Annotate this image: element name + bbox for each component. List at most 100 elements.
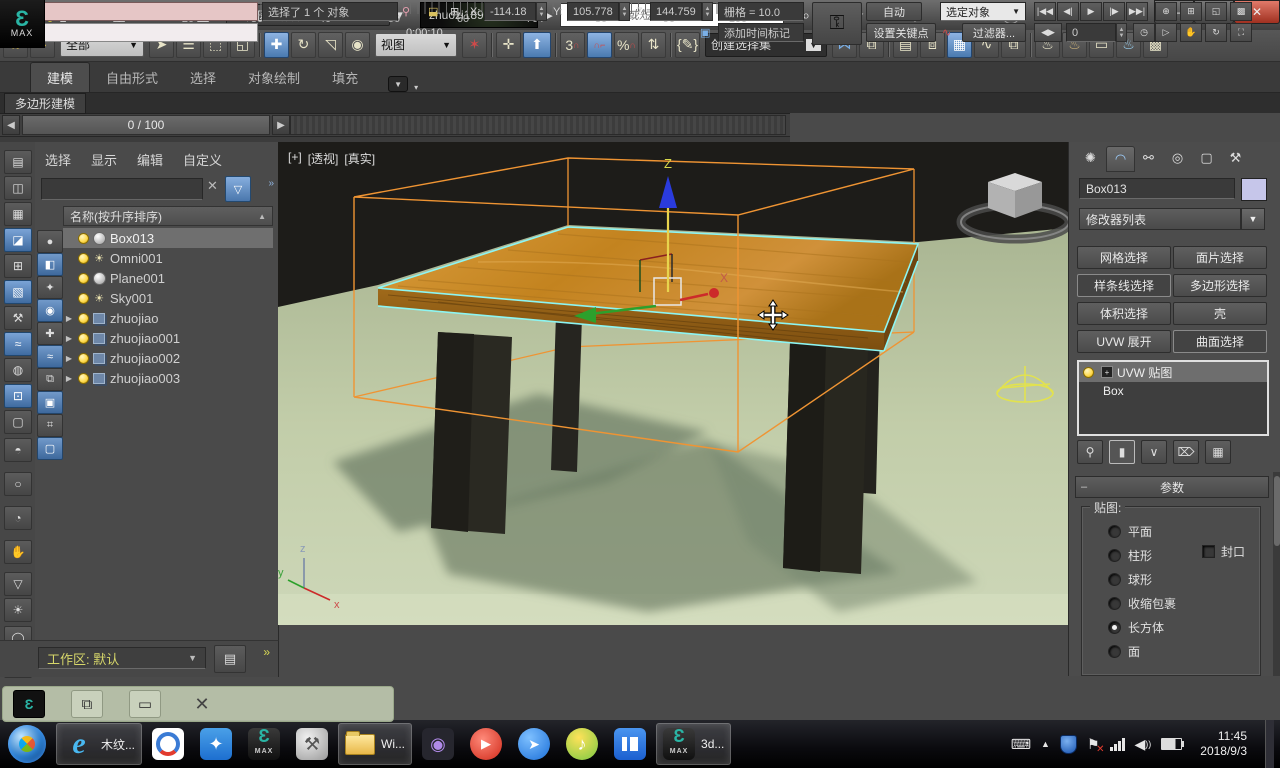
- list-item-zhuojiao[interactable]: ▶ zhuojiao: [63, 308, 273, 328]
- next-frame-button[interactable]: |▶: [1103, 2, 1125, 21]
- expand-arrow-icon[interactable]: ▶: [63, 354, 75, 363]
- network-signal-icon[interactable]: [1110, 737, 1125, 751]
- sun-icon[interactable]: ☀: [4, 598, 32, 622]
- battery-icon[interactable]: [1161, 738, 1182, 750]
- select-and-rotate-icon[interactable]: ↻: [291, 32, 316, 58]
- overflow-chevron-icon[interactable]: »: [263, 645, 270, 659]
- stack-item-uvw-map[interactable]: + UVW 贴图: [1079, 362, 1267, 382]
- filter-geometry-icon[interactable]: ●: [37, 230, 63, 253]
- explorer-menu-select[interactable]: 选择: [45, 150, 71, 169]
- tab-display-icon[interactable]: ▢: [1193, 146, 1220, 170]
- remove-modifier-icon[interactable]: ⌦: [1173, 440, 1199, 464]
- filter-spacewarps-icon[interactable]: ≈: [37, 345, 63, 368]
- show-hidden-icons-arrow[interactable]: ▲: [1041, 739, 1050, 749]
- frame-spinner[interactable]: ▲▼: [1116, 23, 1127, 42]
- key-filter-dropdown[interactable]: 选定对象▼: [940, 2, 1026, 21]
- zoom-extents-all-icon[interactable]: ▩: [1230, 2, 1252, 21]
- tab-hierarchy-icon[interactable]: ⚯: [1135, 146, 1162, 170]
- go-to-start-button[interactable]: |◀◀: [1034, 2, 1056, 21]
- list-item-plane001[interactable]: ▶ Plane001: [63, 268, 273, 288]
- next-frame-arrow[interactable]: ▶: [272, 115, 290, 135]
- select-and-move-icon[interactable]: ✚: [264, 32, 289, 58]
- dock-icon-3[interactable]: ▦: [4, 202, 32, 226]
- tab-populate[interactable]: 填充: [316, 63, 374, 92]
- explorer-menu-edit[interactable]: 编辑: [137, 150, 163, 169]
- filter-xrefs-icon[interactable]: ▣: [37, 391, 63, 414]
- taskbar-browser[interactable]: ➤: [512, 724, 556, 764]
- show-end-result-icon[interactable]: ▮: [1109, 440, 1135, 464]
- snap-toggle-3d-icon[interactable]: 3∩: [560, 32, 585, 58]
- list-item-box013[interactable]: ▶ Box013: [63, 228, 273, 248]
- viewport-menu-pov[interactable]: [透视]: [308, 150, 339, 167]
- preview-cascade-icon[interactable]: ⧉: [71, 690, 103, 718]
- select-and-scale-icon[interactable]: ◹: [318, 32, 343, 58]
- pin-stack-icon[interactable]: ⚲: [1077, 440, 1103, 464]
- radio-face[interactable]: 面: [1108, 643, 1140, 660]
- dock-icon-1[interactable]: ▤: [4, 150, 32, 174]
- dock-icon-14[interactable]: ◔: [4, 506, 32, 530]
- tab-selection[interactable]: 选择: [174, 63, 232, 92]
- y-spinner[interactable]: ▲▼: [619, 2, 630, 21]
- cap-checkbox[interactable]: 封口: [1202, 543, 1245, 560]
- start-button[interactable]: [8, 725, 46, 763]
- visibility-bulb-icon[interactable]: [78, 333, 89, 344]
- taskbar-internet-explorer[interactable]: e 木纹...: [56, 723, 142, 765]
- taskbar-explorer[interactable]: Wi...: [338, 723, 412, 765]
- filter-containers-icon[interactable]: ▢: [37, 437, 63, 460]
- radio-planar[interactable]: 平面: [1108, 523, 1152, 540]
- curve-icon[interactable]: ∿: [942, 23, 951, 42]
- time-slider-track[interactable]: [290, 115, 786, 135]
- expand-arrow-icon[interactable]: ▶: [63, 314, 75, 323]
- ribbon-minimize-icon[interactable]: ▼: [388, 76, 408, 92]
- key-mode-toggle[interactable]: ◀▶: [1034, 23, 1062, 42]
- taskbar-thunder[interactable]: ✦: [194, 724, 238, 764]
- taskbar-3dsmax-active[interactable]: ƐMAX 3d...: [656, 723, 731, 765]
- explorer-search-input[interactable]: [41, 178, 203, 200]
- radio-box[interactable]: 长方体: [1108, 619, 1164, 636]
- dock-icon-12[interactable]: ◓: [4, 438, 32, 462]
- go-to-end-button[interactable]: ▶▶|: [1126, 2, 1148, 21]
- dock-icon-6[interactable]: ▧: [4, 280, 32, 304]
- stack-item-box[interactable]: Box: [1079, 382, 1267, 400]
- y-coordinate-field[interactable]: 105.778: [567, 2, 619, 21]
- tab-modeling[interactable]: 建模: [30, 62, 90, 92]
- dock-icon-13[interactable]: ○: [4, 472, 32, 496]
- explorer-menu-customize[interactable]: 自定义: [183, 150, 222, 169]
- absolute-mode-icon[interactable]: ⊞: [450, 2, 459, 21]
- vol-select-button[interactable]: 体积选择: [1077, 302, 1171, 325]
- visibility-bulb-icon[interactable]: [78, 373, 89, 384]
- radio-spherical[interactable]: 球形: [1108, 571, 1152, 588]
- taskbar-format-factory[interactable]: ⚒: [290, 724, 334, 764]
- modifier-list-dropdown[interactable]: 修改器列表: [1079, 208, 1241, 230]
- radio-shrink-wrap[interactable]: 收缩包裹: [1108, 595, 1176, 612]
- object-color-swatch[interactable]: [1241, 178, 1267, 201]
- preview-window-icon[interactable]: ▭: [129, 690, 161, 718]
- polygon-modeling-panel[interactable]: 多边形建模: [4, 93, 86, 114]
- maximize-viewport-icon[interactable]: ⛶: [1230, 23, 1252, 42]
- surface-select-button[interactable]: 曲面选择: [1173, 330, 1267, 353]
- set-keys-button[interactable]: ⚿: [812, 2, 862, 45]
- expand-arrow-icon[interactable]: ▶: [63, 334, 75, 343]
- explorer-filter-funnel-icon[interactable]: ▽: [225, 176, 251, 202]
- radio-cylindrical[interactable]: 柱形: [1108, 547, 1152, 564]
- dock-icon-16[interactable]: ▽: [4, 572, 32, 596]
- mesh-select-button[interactable]: 网格选择: [1077, 246, 1171, 269]
- taskbar-baidu-netdisk[interactable]: [146, 724, 190, 764]
- dock-icon-15[interactable]: ✋: [4, 540, 32, 564]
- taskbar-3dsmax[interactable]: ƐMAX: [242, 724, 286, 764]
- tab-freeform[interactable]: 自由形式: [90, 63, 174, 92]
- tab-create-icon[interactable]: ✺: [1077, 146, 1104, 170]
- filter-groups-icon[interactable]: ⧉: [37, 368, 63, 391]
- x-spinner[interactable]: ▲▼: [536, 2, 547, 21]
- uvw-unwrap-button[interactable]: UVW 展开: [1077, 330, 1171, 353]
- patch-select-button[interactable]: 面片选择: [1173, 246, 1267, 269]
- input-method-keyboard-icon[interactable]: ⌨: [1011, 736, 1031, 753]
- explorer-clear-search-icon[interactable]: ✕: [207, 178, 218, 194]
- x-coordinate-field[interactable]: -114.18: [484, 2, 536, 21]
- action-center-flag-icon[interactable]: ⚑✕: [1087, 736, 1100, 753]
- keyboard-shortcut-override-icon[interactable]: ⬆: [523, 32, 551, 58]
- select-and-place-icon[interactable]: ◉: [345, 32, 370, 58]
- percent-snap-toggle-icon[interactable]: %∩: [614, 32, 639, 58]
- key-filters-button[interactable]: 过滤器...: [962, 23, 1026, 42]
- filter-shapes-icon[interactable]: ◧: [37, 253, 63, 276]
